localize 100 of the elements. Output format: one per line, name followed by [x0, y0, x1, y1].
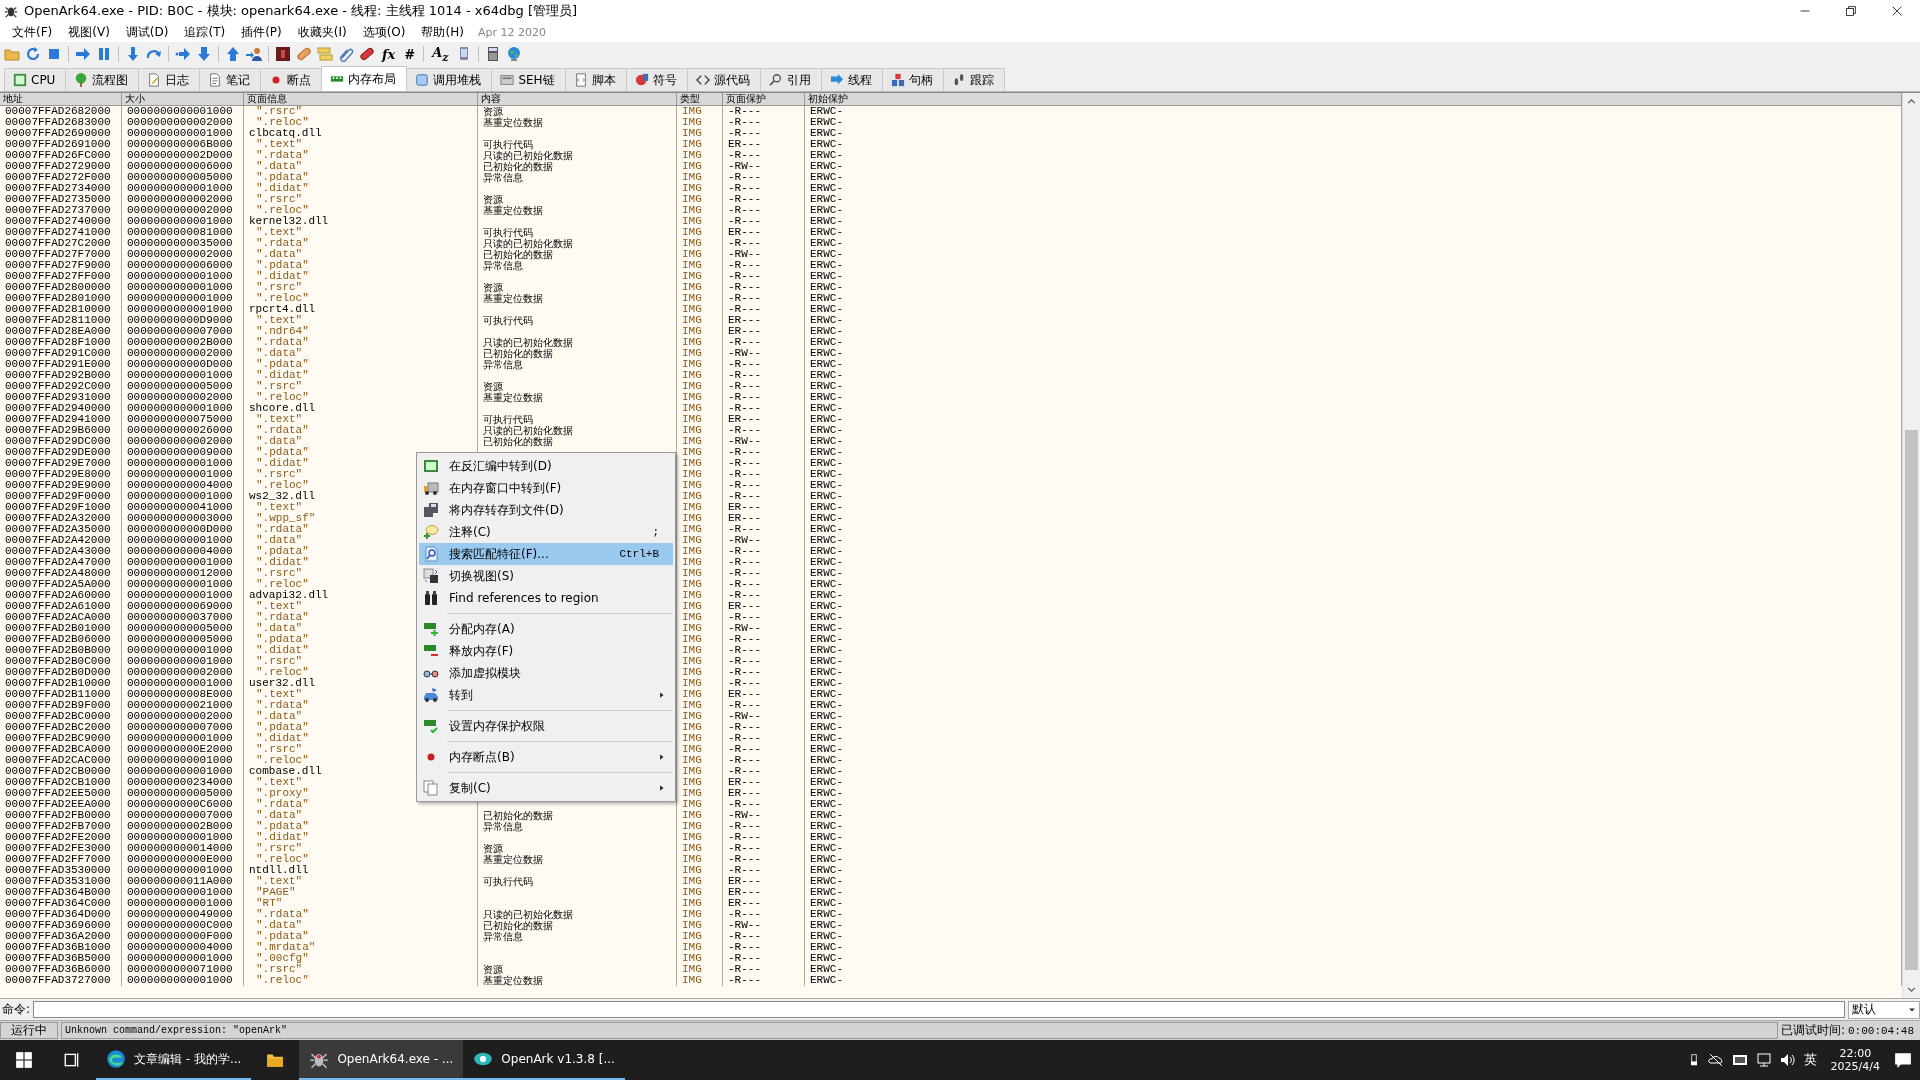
network-icon[interactable]	[1755, 1052, 1772, 1068]
table-cell: IMG	[677, 403, 723, 414]
table-cell: IMG	[677, 623, 723, 634]
table-cell: ER---	[723, 315, 805, 326]
table-cell: IMG	[677, 425, 723, 436]
taskbar-button[interactable]: OpenArk v1.3.8 [...	[463, 1040, 625, 1080]
table-cell: -R---	[723, 612, 805, 623]
table-cell: IMG	[677, 700, 723, 711]
tab[interactable]: 日志	[138, 68, 201, 91]
tab[interactable]: 引用	[759, 68, 822, 91]
table-cell: IMG	[677, 656, 723, 667]
switch-view-icon	[423, 568, 439, 584]
table-cell: 00007FFAD2941000	[0, 414, 122, 425]
menu-item[interactable]: 追踪(T)	[176, 23, 234, 41]
scroll-up-icon[interactable]	[1907, 97, 1916, 106]
tab[interactable]: 内存布局	[321, 66, 408, 91]
scrollbar[interactable]	[1902, 93, 1920, 998]
tab[interactable]: 跟踪	[942, 68, 1005, 91]
input-method[interactable]: 英	[1803, 1051, 1817, 1069]
table-cell: -R---	[723, 744, 805, 755]
person-arrow-icon[interactable]	[246, 46, 262, 62]
menu-item[interactable]: 选项(O)	[354, 23, 414, 41]
table-cell: 00007FFAD2CB0000	[0, 766, 122, 777]
menu-item[interactable]: 文件(F)	[4, 23, 61, 41]
clock-date[interactable]: 2025/4/4	[1830, 1060, 1880, 1073]
tab[interactable]: 流程图	[65, 68, 140, 91]
tab[interactable]: 符号	[625, 68, 688, 91]
scroll-down-icon[interactable]	[1907, 985, 1916, 994]
script-icon[interactable]	[275, 46, 291, 62]
vm-icon[interactable]	[1731, 1052, 1748, 1068]
menu-item[interactable]: 搜索匹配特征(F)... Ctrl+B	[419, 543, 673, 565]
table-cell: IMG	[677, 161, 723, 172]
command-field[interactable]	[33, 1001, 1845, 1018]
table-cell: 已初始化的数据	[478, 810, 677, 821]
table-cell: 00007FFAD2B9F000	[0, 700, 122, 711]
arrow-right-icon[interactable]	[75, 46, 91, 62]
tab[interactable]: SEH链	[491, 68, 566, 91]
tab[interactable]: 句柄	[881, 68, 944, 91]
table-cell: ".text"	[244, 414, 478, 425]
notes-icon[interactable]	[317, 46, 333, 62]
menu-item[interactable]: 视图(V)	[60, 23, 118, 41]
stop-icon[interactable]	[46, 46, 62, 62]
floppy-icon	[423, 502, 439, 518]
column-header[interactable]: 页面信息	[244, 93, 478, 105]
arrow-down-icon[interactable]	[125, 46, 141, 62]
table-cell: 基重定位数据	[478, 392, 677, 403]
menu-item[interactable]: 调试(D)	[117, 23, 177, 41]
table-cell: 00007FFAD2ACA000	[0, 612, 122, 623]
swirl-icon	[106, 1049, 126, 1069]
cloud-off-icon[interactable]	[1707, 1052, 1724, 1068]
table-cell: 0000000000001000	[122, 678, 244, 689]
tab[interactable]: CPU	[4, 68, 67, 91]
folder-icon[interactable]	[4, 46, 20, 62]
scrollbar-thumb[interactable]	[1905, 430, 1918, 970]
table-cell: 0000000000001000	[122, 216, 244, 227]
table-cell: ".rsrc"	[244, 964, 478, 975]
table-cell: IMG	[677, 601, 723, 612]
arrow-down-icon[interactable]	[196, 46, 212, 62]
clock-time[interactable]: 22:00	[1839, 1047, 1872, 1060]
arrow-right-icon[interactable]	[175, 46, 191, 62]
column-header[interactable]: 类型	[677, 93, 723, 105]
table-cell: IMG	[677, 777, 723, 788]
bandage-icon[interactable]	[359, 46, 375, 62]
tab[interactable]: 线程	[820, 68, 883, 91]
tab[interactable]: 调用堆栈	[406, 68, 493, 91]
task-view-icon	[63, 1051, 81, 1069]
toolbar-glyph[interactable]: #	[402, 46, 418, 62]
table-cell: -R---	[723, 128, 805, 139]
tab[interactable]: 源代码	[686, 68, 761, 91]
tab[interactable]: 笔记	[199, 68, 262, 91]
menu-item[interactable]: 插件(P)	[233, 23, 290, 41]
globe-icon[interactable]	[505, 46, 522, 62]
table-cell: 已初始化的数据	[478, 249, 677, 260]
menu-item[interactable]: 收藏夹(I)	[289, 23, 355, 41]
toolbar-glyph[interactable]: A$_{z}$	[430, 44, 451, 64]
toolbar-glyph[interactable]: fx	[380, 46, 398, 62]
bandage-icon[interactable]	[296, 46, 312, 62]
tab[interactable]: 断点	[260, 68, 323, 91]
table-cell: 00007FFAD36B5000	[0, 953, 122, 964]
mode-dropdown[interactable]: 默认	[1848, 1000, 1920, 1019]
table-cell: -R---	[723, 942, 805, 953]
table-cell: 00007FFAD2A61000	[0, 601, 122, 612]
paperclip-icon[interactable]	[338, 46, 354, 62]
notification-icon[interactable]	[1894, 1051, 1912, 1069]
column-header[interactable]: 内容	[478, 93, 677, 105]
column-header[interactable]: 页面保护	[723, 93, 805, 105]
pause-icon[interactable]	[96, 46, 112, 62]
speaker-icon[interactable]	[1779, 1052, 1796, 1068]
column-header[interactable]: 大小	[122, 93, 244, 105]
column-header[interactable]: 地址	[0, 93, 122, 105]
tab[interactable]: 脚本	[564, 68, 627, 91]
table-cell: 已初始化的数据	[478, 161, 677, 172]
restart-icon[interactable]	[25, 46, 41, 62]
table-cell: 00000000000E2000	[122, 744, 244, 755]
taskbar-button[interactable]: 文章编辑 - 我的学...	[96, 1040, 252, 1080]
table-cell: IMG	[677, 480, 723, 491]
taskbar-button[interactable]: OpenArk64.exe - ...	[299, 1040, 464, 1080]
table-cell: ".rdata"	[244, 150, 478, 161]
arrow-up-icon[interactable]	[225, 46, 241, 62]
menu-item[interactable]: 帮助(H)	[413, 23, 472, 41]
